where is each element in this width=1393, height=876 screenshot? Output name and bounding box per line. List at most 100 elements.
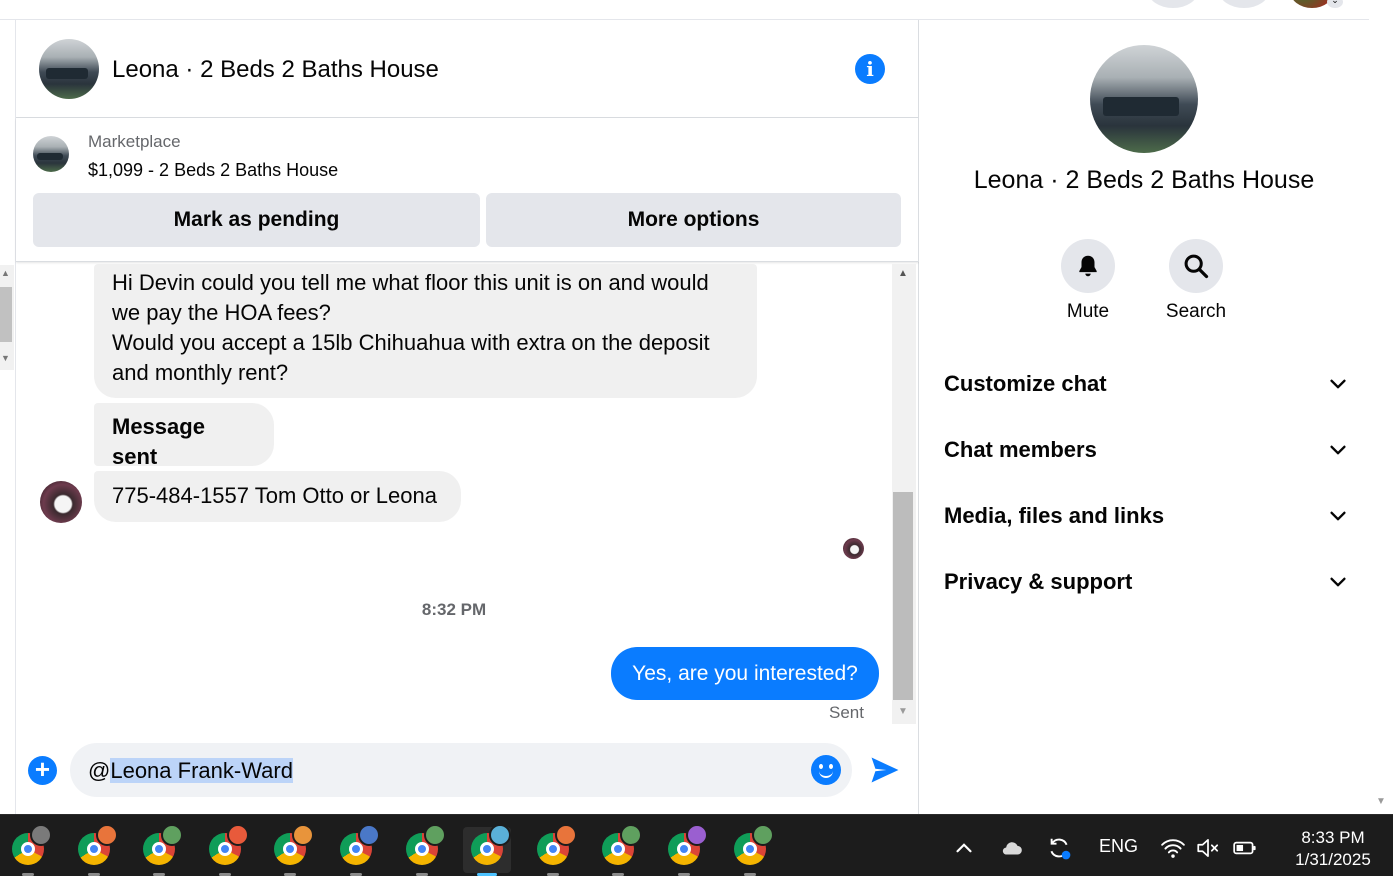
taskbar-chrome-profile-button[interactable] [135, 824, 184, 876]
read-receipt-avatar [843, 538, 864, 559]
message-bubble-incoming[interactable]: Hi Devin could you tell me what floor th… [94, 264, 757, 398]
taskbar-chrome-profile-button[interactable] [332, 824, 380, 876]
mute-label[interactable]: Mute [1028, 301, 1148, 323]
chevron-down-icon [1330, 379, 1346, 389]
taskbar-chrome-profile-button[interactable] [463, 824, 512, 876]
profile-badge-icon [226, 824, 249, 846]
marketplace-listing-card: Marketplace $1,099 - 2 Beds 2 Baths Hous… [16, 118, 919, 262]
scroll-down-arrow-icon[interactable]: ▼ [1, 353, 10, 363]
section-label: Customize chat [944, 371, 1107, 396]
more-options-button[interactable]: More options [486, 193, 901, 247]
profile-badge-icon [686, 824, 708, 846]
mark-as-pending-button[interactable]: Mark as pending [33, 193, 480, 247]
info-avatar[interactable] [1090, 45, 1198, 153]
section-media-files-links[interactable]: Media, files and links [944, 496, 1349, 536]
profile-badge-icon [489, 824, 512, 846]
chevron-down-icon [1330, 577, 1346, 587]
chat-avatar[interactable] [39, 39, 99, 99]
scroll-down-arrow-icon[interactable]: ▼ [1376, 796, 1386, 807]
send-icon[interactable] [868, 753, 902, 787]
message-line: Hi Devin could you tell me what floor th… [112, 270, 709, 295]
message-line: we pay the HOA fees? [112, 300, 331, 325]
profile-badge-icon [161, 824, 184, 846]
taskbar-chrome-profile-button[interactable] [201, 824, 249, 876]
profile-badge-icon [358, 824, 380, 846]
profile-badge-icon [292, 824, 315, 846]
message-line: Would you accept a 15lb Chihuahua with e… [112, 330, 710, 355]
message-input-text[interactable]: @Leona Frank-Ward [87, 756, 293, 786]
taskbar-chrome-profile-button[interactable] [266, 824, 315, 876]
message-timestamp: 8:32 PM [421, 600, 487, 619]
section-privacy-support[interactable]: Privacy & support [944, 562, 1349, 602]
conversation-info-panel: Leona · 2 Beds 2 Baths House Mute Search… [919, 20, 1369, 814]
onedrive-cloud-icon[interactable] [998, 835, 1024, 861]
sync-icon[interactable] [1046, 835, 1072, 861]
taskbar-chrome-profile-button[interactable] [529, 824, 577, 876]
profile-badge-icon [30, 824, 52, 846]
side-scrollbar[interactable]: ▲ ▼ [0, 265, 14, 370]
message-line: and monthly rent? [112, 360, 289, 385]
search-button[interactable] [1169, 239, 1223, 293]
scrollbar-thumb[interactable] [893, 492, 913, 700]
chat-header: Leona · 2 Beds 2 Baths House i [16, 20, 919, 118]
section-label: Privacy & support [944, 569, 1133, 594]
chevron-down-icon[interactable]: ⌄ [1327, 0, 1343, 8]
listing-thumbnail[interactable] [33, 136, 69, 172]
top-navigation-strip: ⌄ [0, 0, 1369, 20]
profile-badge-icon [751, 824, 774, 846]
section-chat-members[interactable]: Chat members [944, 430, 1349, 470]
listing-title[interactable]: $1,099 - 2 Beds 2 Baths House [88, 160, 338, 181]
mute-button[interactable] [1061, 239, 1115, 293]
bell-icon [1079, 255, 1097, 277]
message-input[interactable]: @Leona Frank-Ward [70, 743, 852, 797]
menu-icon[interactable] [1148, 0, 1198, 8]
taskbar-chrome-profile-button[interactable] [70, 824, 118, 876]
chat-panel: Leona · 2 Beds 2 Baths House i Marketpla… [15, 20, 919, 814]
clock-time: 8:33 PM [1301, 828, 1365, 847]
clock-date: 1/31/2025 [1295, 850, 1371, 869]
show-hidden-icons-chevron-up-icon[interactable] [951, 835, 977, 861]
add-attachment-icon[interactable]: + [28, 756, 57, 785]
battery-icon[interactable] [1232, 835, 1258, 861]
message-bubble-incoming[interactable]: 775-484-1557 Tom Otto or Leona [94, 471, 461, 522]
scroll-up-arrow-icon[interactable]: ▲ [898, 268, 908, 279]
language-indicator[interactable]: ENG [1099, 815, 1138, 876]
messages-scrollbar[interactable]: ▲ ▼ [892, 264, 916, 724]
scrollbar-thumb[interactable] [0, 287, 12, 342]
mention-at-symbol: @ [88, 758, 111, 783]
info-title: Leona · 2 Beds 2 Baths House [973, 166, 1315, 194]
chat-title[interactable]: Leona · 2 Beds 2 Baths House [112, 56, 439, 84]
scroll-down-arrow-icon[interactable]: ▼ [898, 706, 908, 717]
chevron-down-icon [1330, 511, 1346, 521]
info-icon[interactable]: i [855, 54, 885, 84]
section-label: Chat members [944, 437, 1097, 462]
profile-badge-icon [95, 824, 118, 846]
sender-avatar[interactable] [40, 481, 82, 523]
taskbar-chrome-profile-button[interactable] [4, 824, 52, 876]
system-clock[interactable]: 8:33 PM 1/31/2025 [1278, 827, 1388, 871]
message-bubble-incoming[interactable]: Message sent [94, 403, 274, 469]
taskbar-chrome-profile-button[interactable] [726, 824, 774, 876]
profile-badge-icon [620, 824, 643, 846]
search-icon [1184, 254, 1209, 279]
section-customize-chat[interactable]: Customize chat [944, 364, 1349, 404]
taskbar-chrome-profile-button[interactable] [660, 824, 708, 876]
page-scrollbar[interactable] [1369, 0, 1393, 814]
listing-source: Marketplace [88, 132, 181, 151]
volume-muted-icon[interactable] [1195, 835, 1221, 861]
sent-status: Sent [829, 703, 864, 722]
chevron-down-icon [1330, 445, 1346, 455]
message-bubble-outgoing[interactable]: Yes, are you interested? [611, 647, 879, 700]
windows-taskbar: ENG 8:33 PM 1/31/2025 [0, 814, 1393, 876]
wifi-icon[interactable] [1160, 835, 1186, 861]
notifications-icon[interactable] [1219, 0, 1269, 8]
emoji-icon[interactable] [811, 755, 841, 785]
profile-badge-icon [554, 824, 577, 846]
scroll-up-arrow-icon[interactable]: ▲ [1, 268, 10, 278]
taskbar-chrome-profile-button[interactable] [398, 824, 446, 876]
search-label[interactable]: Search [1136, 301, 1256, 323]
mention-text: Leona Frank-Ward [110, 758, 293, 783]
section-label: Media, files and links [944, 503, 1165, 528]
taskbar-chrome-profile-button[interactable] [594, 824, 643, 876]
profile-badge-icon [423, 824, 446, 846]
